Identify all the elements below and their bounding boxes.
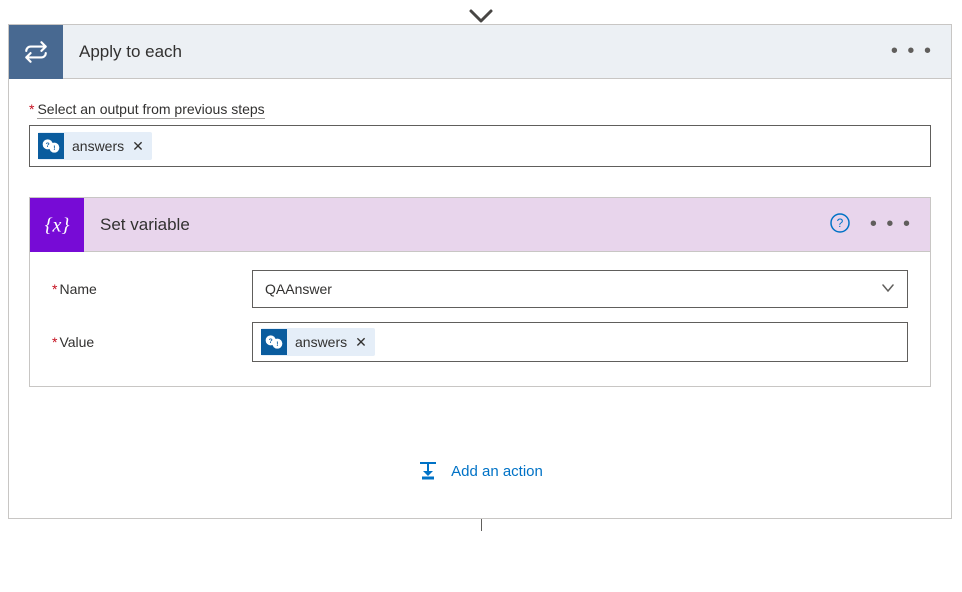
required-indicator: * — [52, 334, 57, 350]
svg-text:?: ? — [46, 142, 50, 149]
set-variable-title: Set variable — [84, 215, 830, 235]
connector-line — [481, 519, 482, 531]
name-label-text: Name — [59, 281, 96, 297]
value-row: *Value ? ! — [52, 322, 908, 362]
flow-connector-bottom — [8, 519, 954, 531]
svg-text:?: ? — [837, 216, 844, 230]
value-control-wrap: ? ! answers ✕ — [252, 322, 908, 362]
chevron-down-icon — [468, 8, 494, 26]
variable-icon: {x} — [30, 198, 84, 252]
svg-text:{x}: {x} — [45, 214, 70, 236]
name-value: QAAnswer — [265, 281, 332, 297]
name-control-wrap: QAAnswer — [252, 270, 908, 308]
name-select[interactable]: QAAnswer — [252, 270, 908, 308]
svg-text:!: ! — [276, 341, 278, 348]
name-label: *Name — [52, 281, 252, 297]
svg-text:!: ! — [53, 145, 55, 152]
required-indicator: * — [29, 101, 34, 117]
output-field-label-wrap: *Select an output from previous steps — [29, 101, 931, 125]
qna-icon: ? ! — [38, 133, 64, 159]
chevron-down-icon — [881, 281, 895, 298]
output-token: ? ! answers ✕ — [38, 132, 152, 160]
apply-to-each-card: Apply to each • • • *Select an output fr… — [8, 24, 952, 519]
add-action-label: Add an action — [451, 463, 543, 480]
apply-to-each-body: *Select an output from previous steps ? … — [9, 79, 951, 518]
value-label: *Value — [52, 334, 252, 350]
value-label-text: Value — [59, 334, 94, 350]
required-indicator: * — [52, 281, 57, 297]
set-variable-card: {x} Set variable ? • • • *Name — [29, 197, 931, 387]
help-button[interactable]: ? — [830, 213, 850, 236]
apply-to-each-menu[interactable]: • • • — [891, 40, 951, 63]
set-variable-header[interactable]: {x} Set variable ? • • • — [30, 198, 930, 252]
name-row: *Name QAAnswer — [52, 270, 908, 308]
set-variable-menu[interactable]: • • • — [870, 213, 930, 236]
output-field-label: Select an output from previous steps — [37, 101, 264, 119]
value-token-text: answers — [287, 334, 355, 350]
add-action-button[interactable]: Add an action — [29, 459, 931, 484]
svg-text:?: ? — [269, 338, 273, 345]
output-input[interactable]: ? ! answers ✕ — [29, 125, 931, 167]
add-action-icon — [417, 459, 439, 484]
apply-to-each-header[interactable]: Apply to each • • • — [9, 25, 951, 79]
qna-icon: ? ! — [261, 329, 287, 355]
output-token-remove[interactable]: ✕ — [132, 138, 144, 155]
output-token-text: answers — [64, 138, 132, 154]
set-variable-body: *Name QAAnswer *Value — [30, 252, 930, 386]
value-token: ? ! answers ✕ — [261, 328, 375, 356]
loop-icon — [9, 25, 63, 79]
apply-to-each-title: Apply to each — [63, 42, 891, 62]
value-token-remove[interactable]: ✕ — [355, 334, 367, 351]
value-input[interactable]: ? ! answers ✕ — [252, 322, 908, 362]
